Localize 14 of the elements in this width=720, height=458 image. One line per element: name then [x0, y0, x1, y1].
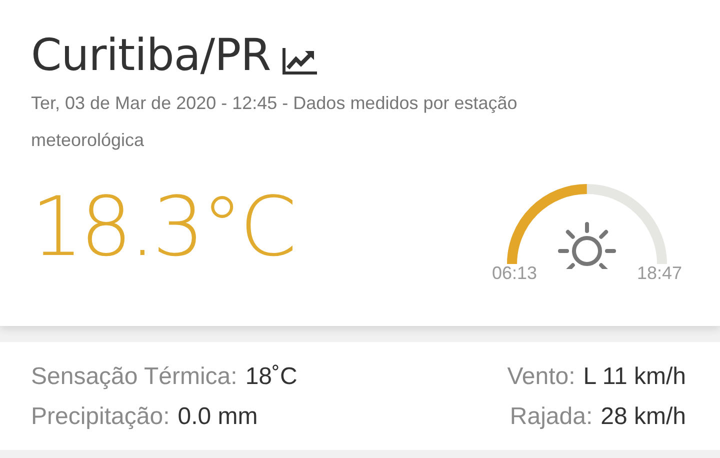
subtitle: Ter, 03 de Mar de 2020 - 12:45 - Dados medidos por estação meteorológica: [31, 92, 518, 152]
stat-value: L 11 km/h: [583, 362, 686, 392]
sunrise-time: 06:13: [492, 263, 538, 284]
temperature: 18.3°C: [31, 187, 294, 269]
stat-label: Vento:: [507, 362, 576, 392]
stat-label: Rajada:: [510, 402, 593, 432]
stat-value: 28 km/h: [600, 402, 686, 432]
trend-chart-icon[interactable]: [280, 46, 319, 76]
sunset-time: 18:47: [636, 263, 682, 284]
stat-value: 18˚C: [245, 362, 298, 392]
city-title: Curitiba/PR: [31, 30, 271, 81]
stat-value: 0.0 mm: [178, 402, 258, 432]
stat-label: Sensação Térmica:: [31, 362, 238, 392]
stat-label: Precipitação:: [31, 402, 170, 432]
